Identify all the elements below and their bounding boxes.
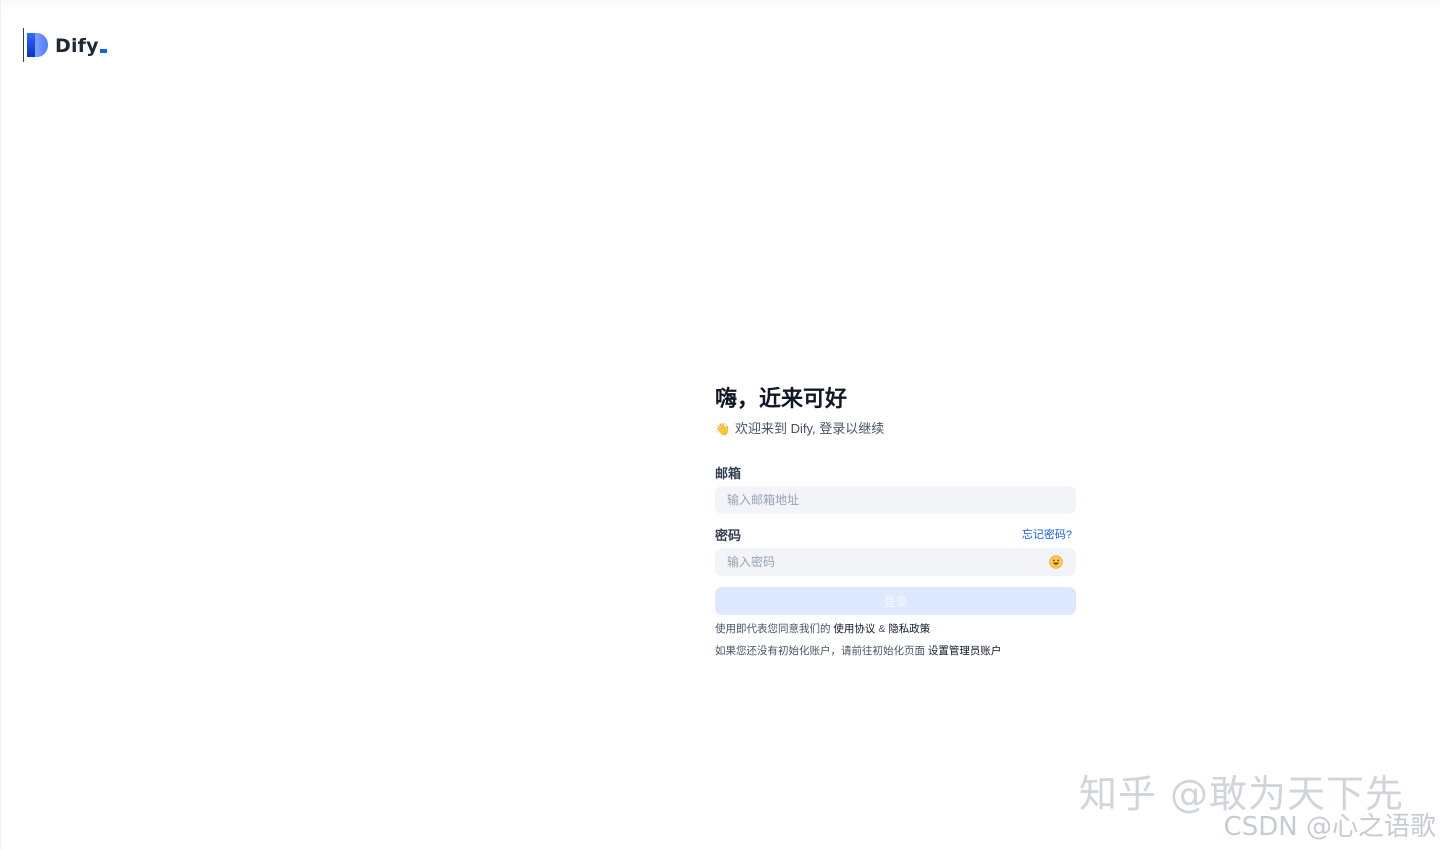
password-field-wrapper	[715, 548, 1076, 576]
password-field[interactable]	[715, 548, 1076, 576]
email-label: 邮箱	[715, 465, 742, 481]
password-label: 密码	[715, 527, 742, 543]
terms-of-use-link[interactable]: 使用协议	[833, 623, 875, 635]
subtitle-text: 欢迎来到 Dify, 登录以继续	[734, 421, 885, 436]
terms-notice: 使用即代表您同意我们的 使用协议 & 隐私政策	[715, 622, 1076, 636]
forgot-password-link[interactable]: 忘记密码?	[1022, 526, 1072, 542]
setup-notice: 如果您还没有初始化账户，请前往初始化页面 设置管理员账户	[715, 644, 1076, 658]
logo-cursor-mark	[99, 49, 107, 53]
privacy-policy-link[interactable]: 隐私政策	[888, 623, 930, 635]
waving-hand-icon: 👋	[715, 422, 730, 436]
password-label-row: 密码 忘记密码?	[715, 525, 1076, 543]
setup-prefix: 如果您还没有初始化账户，请前往初始化页面	[715, 645, 925, 657]
login-button[interactable]: 登录	[715, 587, 1076, 615]
login-page: Dify 嗨，近来可好 👋 欢迎来到 Dify, 登录以继续 邮箱 密码 忘记密…	[0, 0, 1440, 849]
dify-logo-icon	[27, 33, 48, 57]
email-label-row: 邮箱	[715, 463, 1076, 481]
page-title: 嗨，近来可好	[715, 386, 848, 411]
email-field-wrapper	[715, 486, 1076, 514]
page-subtitle: 👋 欢迎来到 Dify, 登录以继续	[715, 420, 1076, 438]
dify-logo[interactable]: Dify	[23, 28, 107, 62]
csdn-watermark: CSDN @心之语歌	[1223, 812, 1436, 842]
terms-separator: &	[878, 623, 886, 635]
login-form: 嗨，近来可好 👋 欢迎来到 Dify, 登录以继续 邮箱 密码 忘记密码? 登	[715, 384, 1076, 658]
terms-prefix: 使用即代表您同意我们的	[715, 623, 831, 635]
email-field[interactable]	[715, 486, 1076, 514]
setup-admin-link[interactable]: 设置管理员账户	[928, 645, 1002, 657]
logo-text: Dify	[55, 35, 99, 57]
eye-toggle-icon[interactable]	[1049, 555, 1063, 569]
logo-divider	[23, 28, 24, 62]
